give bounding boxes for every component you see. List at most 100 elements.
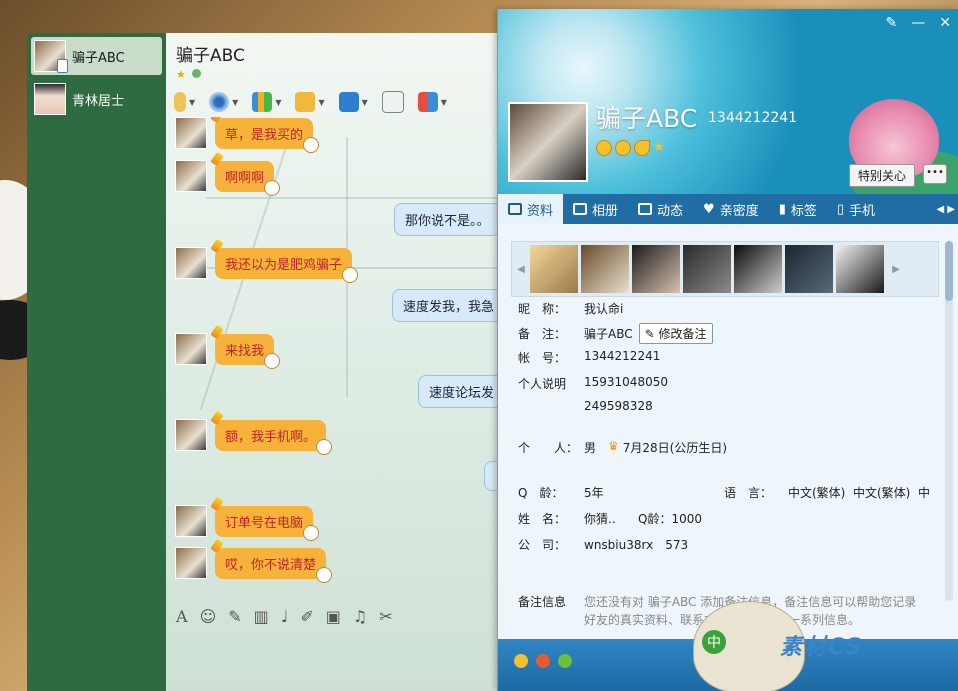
info-value: wnsbiu38rx 573 bbox=[584, 538, 689, 552]
scissors-icon[interactable]: ✂ bbox=[379, 607, 392, 626]
info-label: 备 注： bbox=[518, 327, 567, 341]
info-label: 语 言： bbox=[724, 486, 773, 500]
sun-level-icon bbox=[596, 140, 612, 156]
album-photo[interactable] bbox=[632, 245, 680, 293]
info-value: 1344212241 bbox=[584, 349, 661, 363]
tab-album[interactable]: 相册 bbox=[563, 194, 628, 224]
chat-window: 骗子ABC ★ ▼ ▼ ▼ ▼ ▼ ▼ 草，是我买的 啊啊啊 那你说不是。。 我… bbox=[166, 33, 506, 691]
emoji-icon[interactable]: ☺ bbox=[200, 607, 217, 626]
close-icon[interactable]: ✕ bbox=[939, 15, 951, 31]
note-label: 备注信息 bbox=[518, 595, 567, 609]
album-photo[interactable] bbox=[530, 245, 578, 293]
video-call-button[interactable]: ▼ bbox=[209, 92, 238, 112]
voice-call-button[interactable]: ▼ bbox=[174, 92, 195, 112]
message-bubble[interactable]: 速度论坛发 bbox=[418, 375, 506, 408]
info-label: 帐 号： bbox=[518, 351, 567, 365]
edit-icon[interactable]: ✐ bbox=[300, 607, 313, 626]
info-value: 249598328 bbox=[584, 399, 653, 413]
info-label: 个人说明 bbox=[518, 377, 567, 391]
watermark: 素材CS bbox=[780, 635, 864, 660]
tab-tags[interactable]: ▮ 标签 bbox=[769, 194, 827, 224]
apps-button[interactable]: ▼ bbox=[417, 92, 447, 112]
edit-icon: ✎ bbox=[644, 327, 655, 341]
music-icon[interactable]: ♫ bbox=[353, 607, 367, 626]
album-photo[interactable] bbox=[785, 245, 833, 293]
chat-toolbar: ▼ ▼ ▼ ▼ ▼ ▼ bbox=[174, 87, 504, 117]
list-icon bbox=[638, 203, 653, 215]
message-bubble[interactable]: 订单号在电脑 bbox=[210, 496, 320, 541]
folder-arrow-icon bbox=[295, 92, 316, 112]
info-value: 骗子ABC bbox=[584, 327, 633, 341]
message-bubble[interactable]: 草，是我买的 bbox=[210, 117, 320, 153]
game-icon[interactable] bbox=[514, 654, 528, 668]
send-file-button[interactable]: ▼ bbox=[295, 92, 325, 112]
voice-message-icon[interactable]: ♩ bbox=[281, 607, 289, 626]
message-incoming: 订单号在电脑 bbox=[175, 496, 320, 541]
tab-scroll-arrows[interactable]: ◀ ▶ bbox=[936, 204, 958, 215]
chat-status-icons: ★ bbox=[176, 67, 201, 81]
message-outgoing: 速度论坛发 bbox=[418, 375, 506, 408]
magic-wand-icon[interactable]: ✎ bbox=[228, 607, 241, 626]
tab-mobile[interactable]: ▯ 手机 bbox=[827, 194, 885, 224]
contact-list-panel: 骗子ABC 青林居士 bbox=[27, 33, 166, 691]
face-icon bbox=[342, 266, 359, 283]
shake-icon[interactable]: ▥ bbox=[254, 607, 269, 626]
edit-remark-button[interactable]: ✎ 修改备注 bbox=[638, 323, 713, 344]
photo-icon bbox=[573, 203, 588, 215]
sender-avatar bbox=[175, 160, 207, 192]
apps-grid-icon bbox=[417, 92, 438, 112]
tab-info[interactable]: 资料 bbox=[498, 194, 564, 224]
create-discussion-button[interactable] bbox=[381, 91, 404, 113]
minimize-icon[interactable]: — bbox=[911, 15, 925, 31]
online-icon bbox=[191, 69, 201, 78]
chat-add-icon bbox=[381, 91, 404, 113]
mascot-label: 中 bbox=[702, 630, 726, 654]
profile-avatar[interactable] bbox=[508, 102, 588, 182]
info-value: 中文(繁体) 中文(繁体) 中 bbox=[788, 486, 930, 500]
album-photo[interactable] bbox=[734, 245, 782, 293]
message-text: 草，是我买的 bbox=[225, 127, 304, 143]
scrollbar-thumb[interactable] bbox=[945, 241, 953, 301]
tab-intimacy[interactable]: ♥ 亲密度 bbox=[693, 194, 769, 224]
chevron-down-icon: ▼ bbox=[440, 97, 447, 107]
remote-assist-button[interactable]: ▼ bbox=[338, 92, 368, 112]
chevron-left-icon[interactable]: ◀ bbox=[512, 264, 530, 275]
message-bubble[interactable]: 啊啊啊 bbox=[210, 151, 281, 196]
money-icon[interactable] bbox=[558, 654, 572, 668]
message-bubble[interactable]: 来找我 bbox=[210, 324, 281, 369]
info-row-account: 帐 号： 1344212241 bbox=[518, 349, 660, 366]
info-row-personal: 个 人： 男 ♛ 7月28日(公历生日) bbox=[518, 439, 727, 456]
pet-icon[interactable] bbox=[536, 654, 550, 668]
sender-avatar bbox=[175, 247, 207, 279]
screen-share-button[interactable]: ▼ bbox=[252, 92, 281, 112]
album-photo[interactable] bbox=[683, 245, 731, 293]
contact-item-active[interactable]: 骗子ABC bbox=[31, 37, 162, 75]
contact-name: 青林居士 bbox=[72, 93, 125, 109]
message-bubble[interactable]: 额，我手机啊。 bbox=[210, 410, 333, 455]
font-icon[interactable]: A bbox=[176, 607, 188, 626]
chevron-right-icon[interactable]: ▶ bbox=[887, 264, 905, 275]
pencil-icon bbox=[210, 324, 224, 339]
info-label: 公 司： bbox=[518, 538, 567, 552]
message-bubble[interactable]: 哎，你不说清楚 bbox=[210, 538, 333, 583]
contact-item[interactable]: 青林居士 bbox=[31, 80, 162, 118]
message-text: 速度发我，我急 bbox=[403, 300, 495, 315]
skin-brush-icon[interactable]: ✎ bbox=[886, 15, 898, 31]
message-bubble-icon[interactable]: ••• bbox=[923, 164, 947, 184]
id-card-icon bbox=[508, 203, 522, 215]
album-photo[interactable] bbox=[836, 245, 884, 293]
moon-level-icon bbox=[634, 140, 650, 156]
tab-feed[interactable]: 动态 bbox=[628, 194, 693, 224]
message-bubble[interactable]: 我还以为是肥鸡骗子 bbox=[210, 238, 359, 283]
message-text: 啊啊啊 bbox=[225, 170, 265, 186]
remote-desktop-icon bbox=[338, 92, 359, 112]
special-care-button[interactable]: 特别关心 bbox=[848, 164, 915, 187]
image-icon[interactable]: ▣ bbox=[326, 607, 341, 626]
message-bubble[interactable]: 速度发我，我急 bbox=[392, 289, 506, 322]
info-label: 昵 称： bbox=[518, 302, 567, 316]
sun-level-icon bbox=[615, 140, 631, 156]
album-photo[interactable] bbox=[581, 245, 629, 293]
message-bubble[interactable]: 那你说不是。。 bbox=[394, 203, 501, 236]
message-incoming: 额，我手机啊。 bbox=[175, 410, 333, 455]
sender-avatar bbox=[175, 117, 207, 149]
